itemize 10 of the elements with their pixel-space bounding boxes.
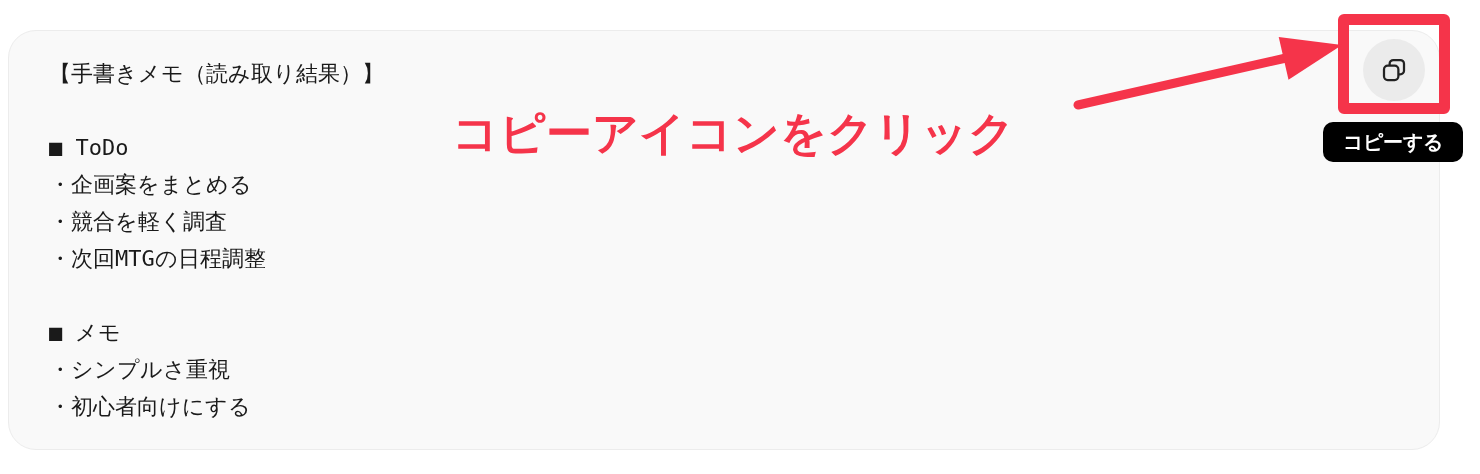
list-item: ・シンプルさ重視	[49, 356, 230, 384]
tooltip: コピーする	[1323, 122, 1463, 162]
annotation-text: コピーアイコンをクリック	[452, 105, 1015, 162]
list-item: ・初心者向けにする	[49, 393, 251, 421]
list-item: ・企画案をまとめる	[49, 171, 252, 199]
memo-title: 【手書きメモ（読み取り結果）】	[49, 60, 384, 88]
section-heading: ■ ToDo	[49, 134, 129, 162]
list-item: ・競合を軽く調査	[49, 208, 227, 236]
section-heading: ■ メモ	[49, 319, 122, 347]
list-item: ・次回MTGの日程調整	[49, 245, 266, 273]
